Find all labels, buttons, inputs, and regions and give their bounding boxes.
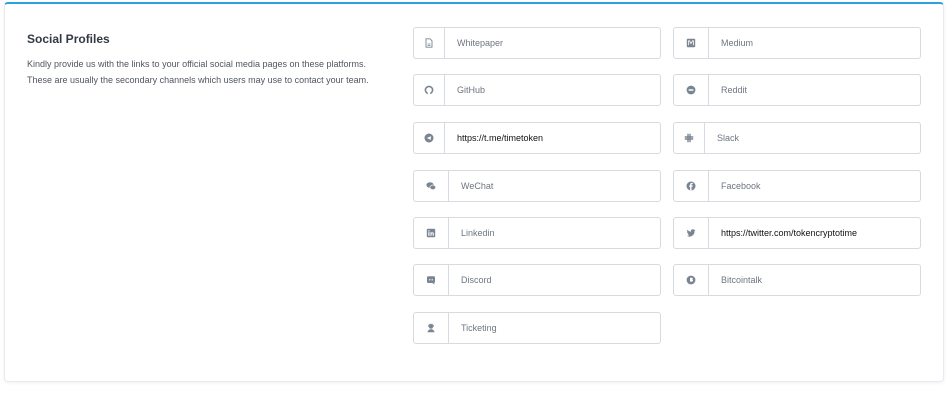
github-field bbox=[413, 74, 661, 106]
facebook-icon bbox=[674, 171, 709, 201]
twitter-icon bbox=[674, 218, 709, 248]
linkedin-icon bbox=[414, 218, 449, 248]
github-input[interactable] bbox=[445, 75, 660, 105]
wechat-input[interactable] bbox=[449, 171, 660, 201]
bitcointalk-field bbox=[673, 264, 921, 296]
medium-field bbox=[673, 27, 921, 59]
discord-icon bbox=[414, 265, 449, 295]
section-description: Kindly provide us with the links to your… bbox=[27, 59, 369, 85]
medium-input[interactable] bbox=[709, 28, 920, 58]
reddit-icon bbox=[674, 75, 709, 105]
slack-icon bbox=[674, 123, 705, 153]
bitcointalk-input[interactable] bbox=[709, 265, 920, 295]
section-title: Social Profiles bbox=[27, 32, 110, 46]
reddit-field bbox=[673, 74, 921, 106]
telegram-icon bbox=[414, 123, 445, 153]
support-agent-icon bbox=[414, 313, 449, 343]
telegram-input[interactable] bbox=[445, 123, 660, 153]
facebook-input[interactable] bbox=[709, 171, 920, 201]
slack-field bbox=[673, 122, 921, 154]
facebook-field bbox=[673, 170, 921, 202]
discord-input[interactable] bbox=[449, 265, 660, 295]
linkedin-input[interactable] bbox=[449, 218, 660, 248]
telegram-field bbox=[413, 122, 661, 154]
twitter-field bbox=[673, 217, 921, 249]
medium-icon bbox=[674, 28, 709, 58]
twitter-input[interactable] bbox=[709, 218, 920, 248]
wechat-icon bbox=[414, 171, 449, 201]
linkedin-field bbox=[413, 217, 661, 249]
bitcointalk-icon bbox=[674, 265, 709, 295]
wechat-field bbox=[413, 170, 661, 202]
document-icon bbox=[414, 28, 445, 58]
slack-input[interactable] bbox=[705, 123, 920, 153]
whitepaper-input[interactable] bbox=[445, 28, 660, 58]
github-icon bbox=[414, 75, 445, 105]
ticketing-field bbox=[413, 312, 661, 344]
discord-field bbox=[413, 264, 661, 296]
ticketing-input[interactable] bbox=[449, 313, 660, 343]
whitepaper-field bbox=[413, 27, 661, 59]
reddit-input[interactable] bbox=[709, 75, 920, 105]
